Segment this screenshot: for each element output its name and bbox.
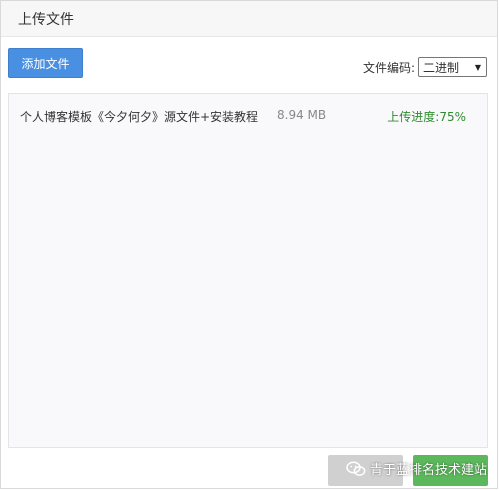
- add-file-button[interactable]: 添加文件: [8, 48, 83, 78]
- encoding-label: 文件编码:: [362, 60, 415, 75]
- file-row: 个人博客模板《今夕何夕》源文件+安装教程 8.94 MB 上传进度:75%: [9, 106, 487, 126]
- file-name: 个人博客模板《今夕何夕》源文件+安装教程: [20, 110, 259, 124]
- confirm-button[interactable]: [413, 455, 488, 486]
- dialog-title: 上传文件: [18, 12, 74, 28]
- file-size: 8.94 MB: [277, 108, 327, 122]
- encoding-control: 文件编码: 二进制 ▼: [363, 57, 487, 77]
- dropdown-caret-icon: ▼: [474, 62, 481, 72]
- encoding-select[interactable]: 二进制 ▼: [418, 57, 487, 77]
- upload-progress: 上传进度:75%: [387, 110, 466, 124]
- file-list: 个人博客模板《今夕何夕》源文件+安装教程 8.94 MB 上传进度:75%: [8, 93, 488, 448]
- dialog-header: 上传文件: [1, 1, 497, 37]
- encoding-select-value: 二进制: [423, 60, 460, 75]
- start-upload-button[interactable]: [328, 455, 403, 486]
- upload-dialog: 上传文件 添加文件 文件编码: 二进制 ▼ 个人博客模板《今夕何夕》源文件+安装…: [0, 0, 498, 489]
